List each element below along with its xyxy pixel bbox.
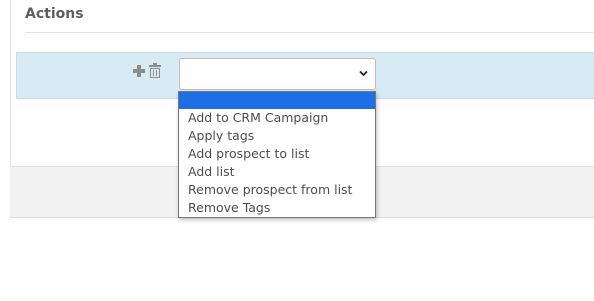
dropdown-option-apply-tags[interactable]: Apply tags [179, 127, 375, 145]
title-divider [25, 32, 594, 33]
action-dropdown-list: Add to CRM Campaign Apply tags Add prosp… [178, 91, 376, 218]
action-select[interactable] [179, 58, 376, 90]
dropdown-option-add-list[interactable]: Add list [179, 163, 375, 181]
chevron-down-icon [359, 69, 368, 78]
dropdown-option-blank[interactable] [179, 92, 375, 109]
plus-icon[interactable] [133, 65, 145, 77]
section-title: Actions [25, 6, 84, 22]
dropdown-option-add-to-crm-campaign[interactable]: Add to CRM Campaign [179, 109, 375, 127]
dropdown-option-remove-prospect-from-list[interactable]: Remove prospect from list [179, 181, 375, 199]
dropdown-option-add-prospect-to-list[interactable]: Add prospect to list [179, 145, 375, 163]
trash-icon[interactable] [149, 63, 161, 78]
dropdown-option-remove-tags[interactable]: Remove Tags [179, 199, 375, 217]
